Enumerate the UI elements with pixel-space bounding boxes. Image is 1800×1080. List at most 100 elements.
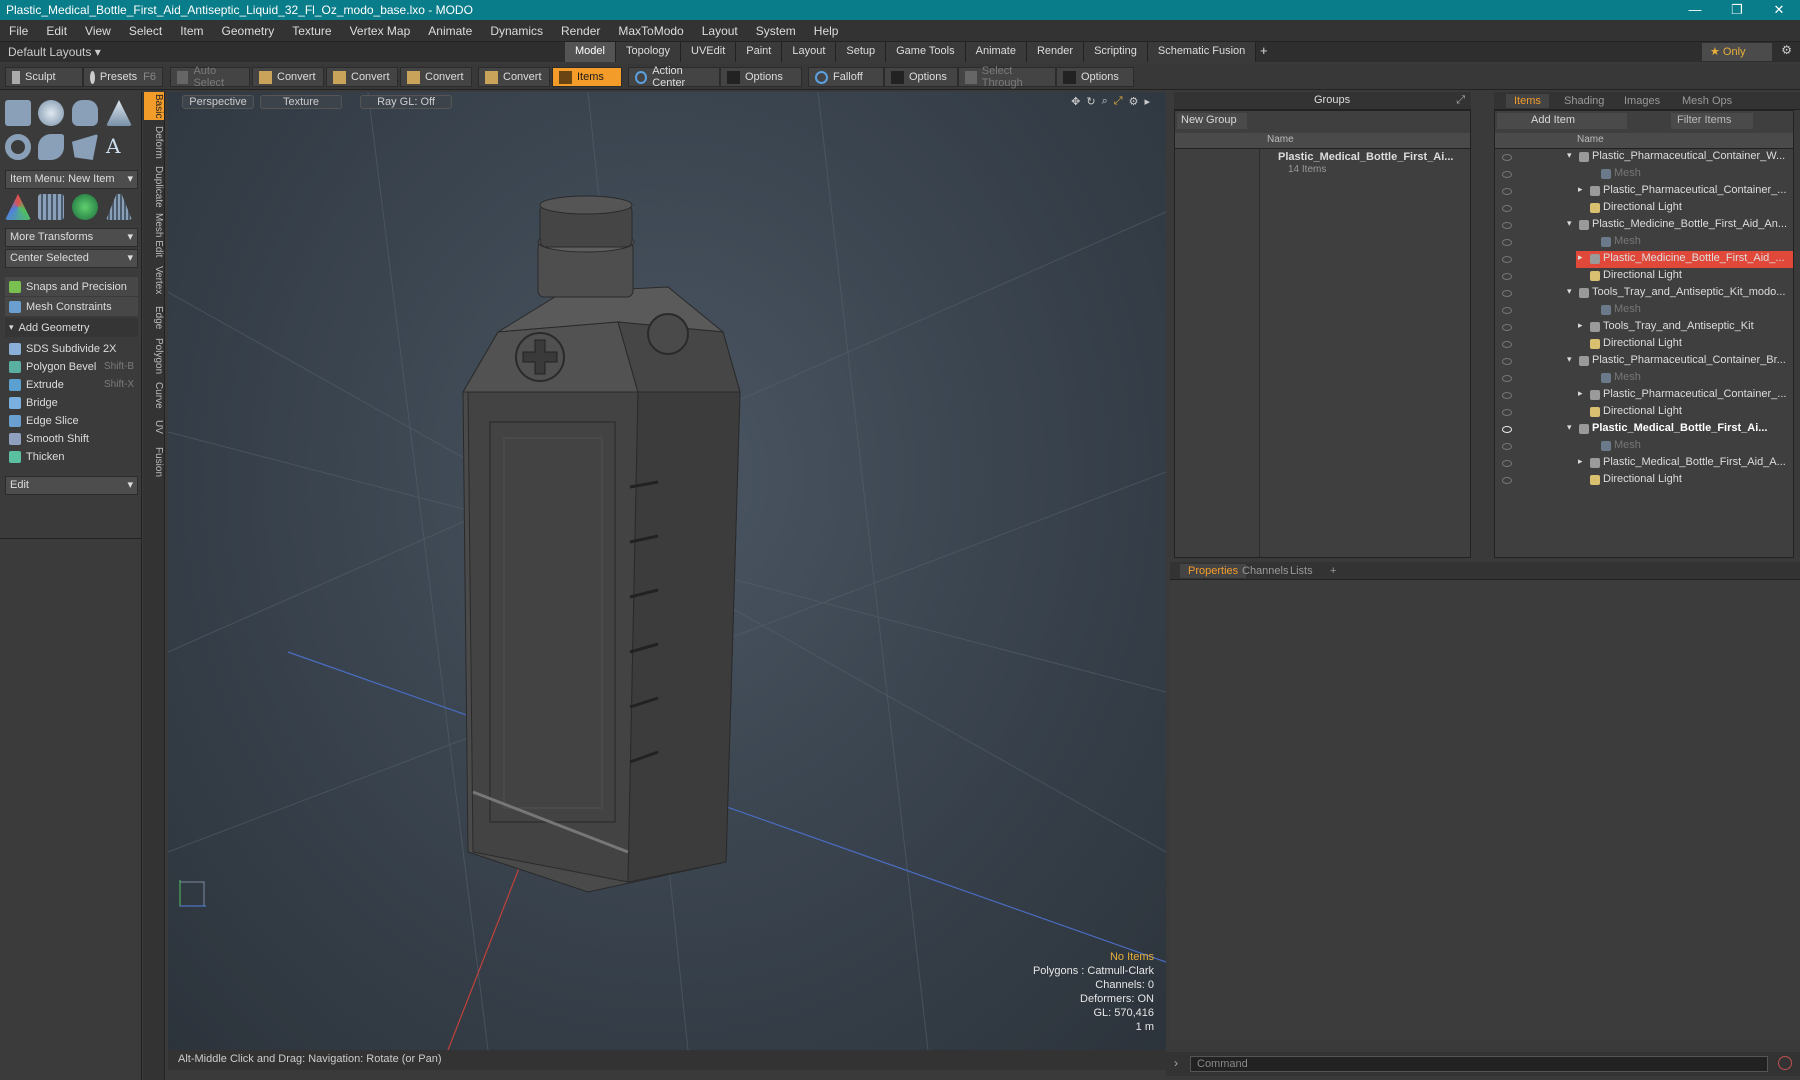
tool-edge-slice[interactable]: Edge Slice <box>5 411 138 430</box>
item-row[interactable]: Mesh <box>1495 302 1793 319</box>
menu-render[interactable]: Render <box>552 24 609 38</box>
item-row[interactable]: Mesh <box>1495 234 1793 251</box>
visibility-eye-icon[interactable] <box>1502 426 1512 433</box>
visibility-eye-icon[interactable] <box>1502 409 1512 416</box>
fit-view-icon[interactable]: ⤢ <box>1114 95 1123 108</box>
default-layouts-dropdown[interactable]: Default Layouts ▾ <box>8 45 101 59</box>
tab-topology[interactable]: Topology <box>615 42 682 62</box>
move-view-icon[interactable]: ✥ <box>1071 95 1080 108</box>
auto-select-button[interactable]: Auto Select <box>170 65 250 89</box>
item-row[interactable]: ▾ Plastic_Medicine_Bottle_First_Aid_An... <box>1495 217 1793 234</box>
tool-extrude[interactable]: Extrude Shift-X <box>5 375 138 394</box>
menu-help[interactable]: Help <box>805 24 848 38</box>
cylinder-primitive-icon[interactable] <box>72 100 98 126</box>
tool-thicken[interactable]: Thicken <box>5 447 138 466</box>
tab-game-tools[interactable]: Game Tools <box>886 42 966 62</box>
capsule-primitive-icon[interactable] <box>38 134 64 160</box>
item-row[interactable]: Mesh <box>1495 370 1793 387</box>
menu-file[interactable]: File <box>0 24 37 38</box>
view-type-button[interactable]: Perspective <box>182 95 254 109</box>
text-tool-icon[interactable]: A <box>106 134 132 160</box>
tab-items[interactable]: Items <box>1506 94 1549 108</box>
item-row[interactable]: Mesh <box>1495 166 1793 183</box>
item-row[interactable]: ▾ Plastic_Pharmaceutical_Container_W... <box>1495 149 1793 166</box>
visibility-eye-icon[interactable] <box>1502 273 1512 280</box>
chevron-right-icon[interactable]: ▸ <box>1578 320 1583 331</box>
add-item-button[interactable]: Add Item <box>1497 113 1627 129</box>
visibility-eye-icon[interactable] <box>1502 358 1512 365</box>
tab-model[interactable]: Model <box>565 42 616 62</box>
items-mode-button[interactable]: Items <box>552 67 622 87</box>
3d-viewport[interactable]: No Items Polygons : Catmull-Clark Channe… <box>168 92 1166 1050</box>
cone-primitive-icon[interactable] <box>106 100 132 126</box>
vtab-deform[interactable]: Deform <box>144 122 164 162</box>
vtab-vertex[interactable]: Vertex <box>144 260 164 300</box>
vtab-uv[interactable]: UV <box>144 414 164 440</box>
falloff-options-button[interactable]: Options <box>884 67 958 87</box>
visibility-eye-icon[interactable] <box>1502 256 1512 263</box>
item-row[interactable]: Directional Light <box>1495 472 1793 489</box>
globe-tool-icon[interactable] <box>72 194 98 220</box>
vtab-edge[interactable]: Edge <box>144 302 164 334</box>
transform-tool-icon[interactable] <box>5 194 31 220</box>
zoom-view-icon[interactable]: ⌕ <box>1102 95 1108 108</box>
tool-smooth-shift[interactable]: Smooth Shift <box>5 429 138 448</box>
item-row[interactable]: ▾ Plastic_Pharmaceutical_Container_Br... <box>1495 353 1793 370</box>
menu-geometry[interactable]: Geometry <box>213 24 284 38</box>
convert-vertices-button[interactable]: Convert <box>252 67 324 87</box>
tab-setup[interactable]: Setup <box>836 42 887 62</box>
filter-items-input[interactable]: Filter Items <box>1671 113 1753 129</box>
expand-arrow-icon[interactable]: ▸ <box>1144 95 1150 108</box>
maximize-button[interactable]: ❐ <box>1716 2 1758 18</box>
visibility-eye-icon[interactable] <box>1502 239 1512 246</box>
item-row[interactable]: ▾ Plastic_Medical_Bottle_First_Ai... <box>1495 421 1793 438</box>
vtab-fusion[interactable]: Fusion <box>144 442 164 482</box>
tab-lists[interactable]: Lists <box>1282 564 1321 578</box>
tab-animate[interactable]: Animate <box>965 42 1027 62</box>
minimize-button[interactable]: — <box>1674 2 1716 18</box>
visibility-eye-icon[interactable] <box>1502 477 1512 484</box>
menu-texture[interactable]: Texture <box>283 24 340 38</box>
visibility-eye-icon[interactable] <box>1502 460 1512 467</box>
close-button[interactable]: ✕ <box>1758 2 1800 18</box>
visibility-eye-icon[interactable] <box>1502 154 1512 161</box>
vtab-polygon[interactable]: Polygon <box>144 336 164 376</box>
array-tool-icon[interactable] <box>106 194 132 220</box>
convert-items-button[interactable]: Convert <box>478 67 550 87</box>
torus-primitive-icon[interactable] <box>5 134 31 160</box>
chevron-right-icon[interactable]: ▸ <box>1578 388 1583 399</box>
select-through-button[interactable]: Select Through <box>958 65 1056 89</box>
tab-images[interactable]: Images <box>1616 94 1668 108</box>
rotate-view-icon[interactable]: ↻ <box>1086 95 1095 108</box>
action-center-options-button[interactable]: Options <box>720 67 802 87</box>
tool-polygon-bevel[interactable]: Polygon Bevel Shift-B <box>5 357 138 376</box>
select-through-options-button[interactable]: Options <box>1056 67 1134 87</box>
item-row[interactable]: ▸ Plastic_Pharmaceutical_Container_... <box>1495 387 1793 404</box>
grid-tool-icon[interactable] <box>38 194 64 220</box>
mesh-constraints-button[interactable]: Mesh Constraints <box>5 297 138 316</box>
new-group-button[interactable]: New Group <box>1177 113 1247 129</box>
tab-mesh-ops[interactable]: Mesh Ops <box>1674 94 1740 108</box>
viewport-settings-icon[interactable]: ⚙ <box>1129 95 1139 108</box>
edit-dropdown[interactable]: Edit ▾ <box>5 476 138 495</box>
tab-uvedit[interactable]: UVEdit <box>681 42 737 62</box>
command-input[interactable]: Command <box>1190 1056 1768 1072</box>
add-layout-tab-button[interactable]: + <box>1260 43 1268 58</box>
tab-layout[interactable]: Layout <box>782 42 837 62</box>
item-row[interactable]: ▾ Tools_Tray_and_Antiseptic_Kit_modo... <box>1495 285 1793 302</box>
vtab-duplicate[interactable]: Duplicate <box>144 164 164 210</box>
menu-vertex-map[interactable]: Vertex Map <box>341 24 420 38</box>
item-row[interactable]: Directional Light <box>1495 404 1793 421</box>
item-row[interactable]: Directional Light <box>1495 268 1793 285</box>
item-row[interactable]: ▸ Plastic_Medical_Bottle_First_Aid_A... <box>1495 455 1793 472</box>
vtab-mesh-edit[interactable]: Mesh Edit <box>144 212 164 258</box>
chevron-down-icon[interactable]: ▾ <box>1567 150 1572 161</box>
visibility-eye-icon[interactable] <box>1502 443 1512 450</box>
visibility-eye-icon[interactable] <box>1502 222 1512 229</box>
menu-animate[interactable]: Animate <box>419 24 481 38</box>
gear-icon[interactable]: ⚙ <box>1781 43 1792 57</box>
only-toggle[interactable]: ★ Only <box>1702 43 1772 61</box>
tool-bridge[interactable]: Bridge <box>5 393 138 412</box>
convert-polygons-button[interactable]: Convert <box>400 67 472 87</box>
menu-view[interactable]: View <box>76 24 120 38</box>
